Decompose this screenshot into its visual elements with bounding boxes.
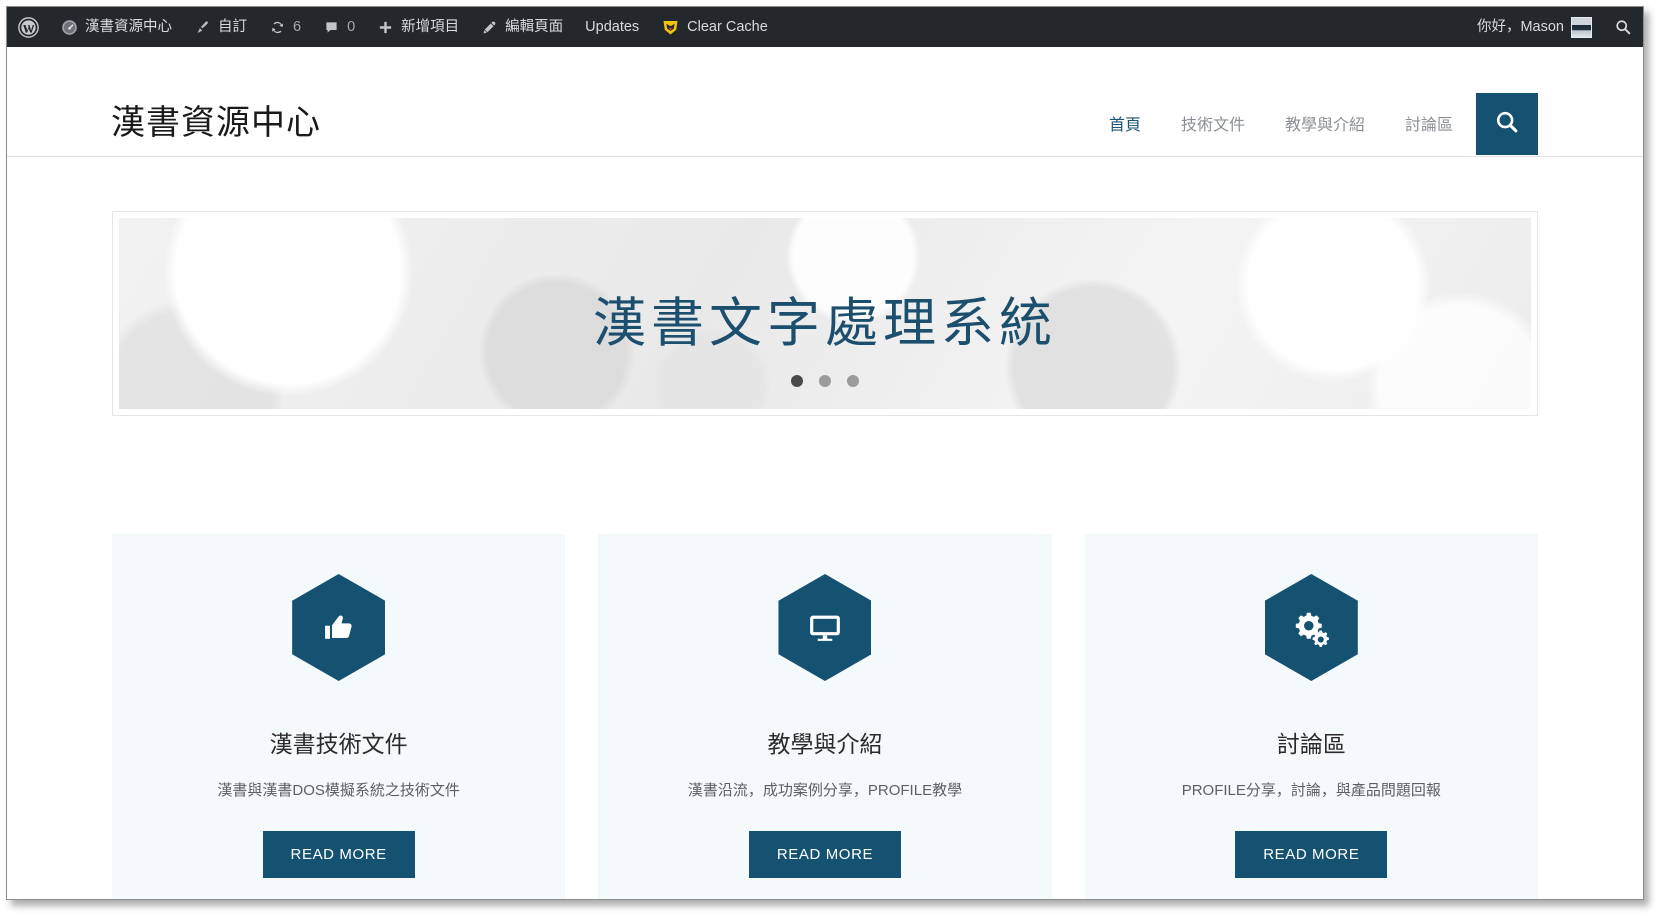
card-title: 教學與介紹 bbox=[767, 731, 883, 757]
updates-plugin-label: Updates bbox=[585, 18, 640, 35]
hero-title: 漢書文字處理系統 bbox=[593, 294, 1057, 353]
hero-slider-dots bbox=[119, 375, 1531, 387]
clear-cache-label: Clear Cache bbox=[687, 18, 768, 35]
pencil-icon bbox=[481, 19, 498, 36]
header-search-button[interactable] bbox=[1476, 93, 1538, 155]
wordpress-logo-menu[interactable] bbox=[7, 7, 50, 47]
card-description: PROFILE分享，討論，與產品問題回報 bbox=[1181, 782, 1441, 799]
hero-slider: 漢書文字處理系統 bbox=[112, 211, 1538, 416]
customize-label: 自訂 bbox=[218, 18, 247, 35]
site-name-menu[interactable]: 漢書資源中心 bbox=[50, 7, 183, 47]
new-content-menu[interactable]: 新增項目 bbox=[366, 7, 470, 47]
nav-item-forum[interactable]: 討論區 bbox=[1405, 111, 1453, 135]
cogs-icon bbox=[1292, 609, 1330, 647]
hero-dot-1[interactable] bbox=[791, 375, 803, 387]
greeting-label: 你好，Mason bbox=[1476, 18, 1564, 35]
admin-bar-right-group: 你好，Mason bbox=[1466, 7, 1643, 47]
updates-count: 6 bbox=[293, 18, 302, 35]
comment-bubble-icon bbox=[323, 19, 340, 36]
read-more-button[interactable]: READ MORE bbox=[262, 831, 415, 878]
edit-page-menu[interactable]: 編輯頁面 bbox=[470, 7, 574, 47]
plus-icon bbox=[377, 19, 394, 36]
card-description: 漢書沿流，成功案例分享，PROFILE教學 bbox=[687, 782, 963, 799]
comments-menu[interactable]: 0 bbox=[312, 7, 366, 47]
search-icon bbox=[1494, 109, 1520, 140]
hero-dot-2[interactable] bbox=[819, 375, 831, 387]
wordpress-logo-icon bbox=[18, 16, 39, 38]
wordpress-admin-bar: 漢書資源中心 自訂 6 0 新增項目 編輯頁面 Updates Clear Ca… bbox=[7, 7, 1643, 47]
feature-card-technical-docs: 漢書技術文件 漢書與漢書DOS模擬系統之技術文件 READ MORE bbox=[112, 534, 566, 899]
admin-bar-search-button[interactable] bbox=[1603, 7, 1643, 47]
updates-menu[interactable]: 6 bbox=[258, 7, 312, 47]
feature-icon-badge bbox=[778, 574, 872, 681]
hero-dot-3[interactable] bbox=[847, 375, 859, 387]
feature-icon-badge bbox=[1264, 574, 1358, 681]
read-more-button[interactable]: READ MORE bbox=[1235, 831, 1388, 878]
feature-card-forum: 討論區 PROFILE分享，討論，與產品問題回報 READ MORE bbox=[1084, 534, 1538, 899]
nav-item-home[interactable]: 首頁 bbox=[1109, 111, 1141, 135]
card-title: 討論區 bbox=[1276, 731, 1346, 757]
dashboard-speedometer-icon bbox=[61, 19, 78, 36]
clear-cache-menu[interactable]: Clear Cache bbox=[650, 7, 779, 47]
main-navigation: 首頁 技術文件 教學與介紹 討論區 bbox=[1109, 111, 1453, 135]
nav-item-technical-docs[interactable]: 技術文件 bbox=[1181, 111, 1245, 135]
feature-cards: 漢書技術文件 漢書與漢書DOS模擬系統之技術文件 READ MORE 教學與介紹… bbox=[112, 534, 1538, 899]
customize-menu[interactable]: 自訂 bbox=[183, 7, 258, 47]
search-icon bbox=[1614, 18, 1632, 36]
read-more-button[interactable]: READ MORE bbox=[748, 831, 902, 878]
site-header: 漢書資源中心 首頁 技術文件 教學與介紹 討論區 bbox=[7, 47, 1643, 157]
avatar bbox=[1571, 16, 1592, 38]
paintbrush-icon bbox=[194, 19, 211, 36]
my-account-menu[interactable]: 你好，Mason bbox=[1466, 7, 1603, 47]
card-title: 漢書技術文件 bbox=[269, 731, 408, 757]
new-content-label: 新增項目 bbox=[401, 18, 460, 35]
browser-window: 漢書資源中心 自訂 6 0 新增項目 編輯頁面 Updates Clear Ca… bbox=[6, 6, 1644, 900]
updates-plugin-menu[interactable]: Updates bbox=[574, 7, 650, 47]
edit-page-label: 編輯頁面 bbox=[505, 18, 564, 35]
feature-card-tutorials: 教學與介紹 漢書沿流，成功案例分享，PROFILE教學 READ MORE bbox=[598, 534, 1052, 899]
site-title[interactable]: 漢書資源中心 bbox=[111, 95, 321, 144]
desktop-monitor-icon bbox=[806, 609, 844, 647]
site-name-label: 漢書資源中心 bbox=[85, 18, 172, 35]
hero-slide: 漢書文字處理系統 bbox=[119, 218, 1531, 409]
wp-rocket-shield-icon bbox=[661, 18, 680, 37]
card-description: 漢書與漢書DOS模擬系統之技術文件 bbox=[217, 782, 460, 799]
updates-arrows-icon bbox=[269, 19, 286, 36]
comments-count: 0 bbox=[347, 18, 356, 35]
feature-icon-badge bbox=[292, 574, 386, 681]
thumbs-up-icon bbox=[320, 609, 358, 647]
nav-item-tutorials[interactable]: 教學與介紹 bbox=[1285, 111, 1365, 135]
